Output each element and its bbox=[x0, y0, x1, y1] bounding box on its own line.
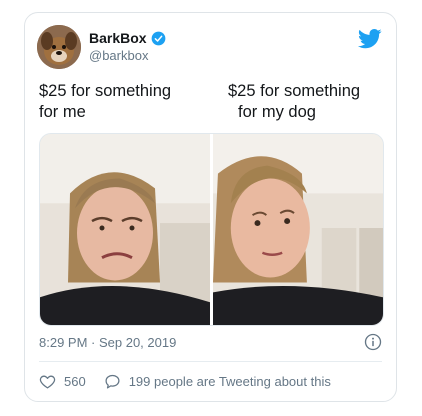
conversation-text: 199 people are Tweeting about this bbox=[128, 374, 331, 389]
verified-badge-icon bbox=[151, 31, 166, 46]
media-image-left[interactable] bbox=[40, 134, 210, 325]
caption-left: $25 for something for me bbox=[39, 81, 219, 123]
tweet-timestamp[interactable]: 8:29 PM · Sep 20, 2019 bbox=[39, 335, 176, 350]
author-handle[interactable]: @barkbox bbox=[89, 48, 148, 63]
caption-left-line1: $25 for something bbox=[39, 82, 172, 100]
like-count: 560 bbox=[64, 374, 86, 389]
conversation-link[interactable]: 199 people are Tweeting about this bbox=[104, 373, 331, 390]
speech-bubble-icon bbox=[105, 374, 120, 389]
divider bbox=[39, 361, 382, 362]
like-button[interactable]: 560 bbox=[39, 373, 86, 390]
caption-right: $25 for something for my dog bbox=[228, 81, 393, 123]
caption-right-line2: for my dog bbox=[238, 103, 316, 121]
caption-right-line1: $25 for something bbox=[228, 82, 361, 100]
tweet-card: BarkBox @barkbox $25 for something for m… bbox=[24, 12, 397, 402]
tweet-actions: 560 199 people are Tweeting about this bbox=[39, 373, 349, 390]
dog-avatar-image bbox=[37, 25, 81, 69]
caption-left-line2: for me bbox=[39, 103, 86, 121]
info-icon[interactable] bbox=[364, 333, 382, 351]
avatar[interactable] bbox=[37, 25, 81, 69]
heart-icon bbox=[39, 375, 56, 389]
author-name-text: BarkBox bbox=[89, 30, 147, 46]
twitter-bird-icon[interactable] bbox=[357, 29, 382, 49]
tweet-media[interactable] bbox=[39, 133, 384, 326]
media-image-right[interactable] bbox=[213, 134, 383, 325]
author-name[interactable]: BarkBox bbox=[89, 30, 166, 46]
